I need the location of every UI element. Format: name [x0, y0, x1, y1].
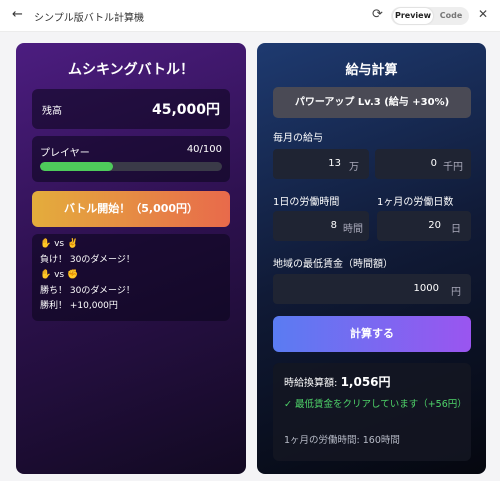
- daily-hours-label: 1日の労働時間: [273, 197, 340, 208]
- salary-panel: 給与計算 パワーアップ Lv.3 (給与 +30%) 毎月の給与 13 万 0 …: [257, 43, 486, 474]
- top-bar: ← シンプル版バトル計算機 ⟳ Preview Code ✕: [0, 0, 500, 32]
- input-value: 20: [428, 220, 441, 231]
- monthly-salary-man-input[interactable]: 13 万: [273, 149, 369, 179]
- input-value: 13: [328, 158, 341, 169]
- monthly-days-label: 1ヶ月の労働日数: [377, 197, 454, 208]
- result-line: 時給換算額: 1,056円: [284, 373, 391, 390]
- back-arrow-icon[interactable]: ←: [12, 7, 23, 22]
- app-title: シンプル版バトル計算機: [34, 13, 144, 24]
- log-line: 勝利！ +10,000円: [40, 301, 118, 311]
- player-hp-text: 40/100: [186, 144, 222, 155]
- balance-card: 残高 45,000円: [32, 89, 230, 129]
- input-unit: 日: [451, 224, 461, 235]
- monthly-hours-text: 1ヶ月の労働時間: 160時間: [284, 435, 400, 446]
- log-line: ✋ vs ✊: [40, 270, 79, 280]
- monthly-salary-sen-input[interactable]: 0 千円: [375, 149, 471, 179]
- balance-value: 45,000円: [151, 102, 220, 118]
- hp-bar: [40, 162, 222, 171]
- input-value: 1000: [413, 283, 439, 294]
- preview-tab[interactable]: Preview: [393, 8, 433, 24]
- salary-title: 給与計算: [345, 63, 398, 78]
- input-unit: 万: [349, 162, 359, 173]
- battle-panel: ムシキングバトル！ 残高 45,000円 プレイヤー 40/100 バトル開始！…: [16, 43, 246, 474]
- calculate-button[interactable]: 計算する: [273, 316, 471, 352]
- monthly-salary-label: 毎月の給与: [273, 133, 323, 144]
- daily-hours-input[interactable]: 8 時間: [273, 211, 369, 241]
- log-line: 負け！ 30のダメージ！: [40, 254, 135, 265]
- input-value: 0: [430, 158, 437, 169]
- power-up-button[interactable]: パワーアップ Lv.3 (給与 +30%): [273, 87, 471, 118]
- result-card: 時給換算額: 1,056円 ✓ 最低賃金をクリアしています（+56円） 1ヶ月の…: [273, 363, 471, 461]
- min-wage-label: 地域の最低賃金（時間額）: [273, 259, 393, 270]
- refresh-icon[interactable]: ⟳: [372, 7, 383, 22]
- input-unit: 時間: [343, 224, 363, 235]
- monthly-days-input[interactable]: 20 日: [377, 211, 471, 241]
- player-card: プレイヤー 40/100: [32, 136, 230, 182]
- input-unit: 円: [451, 287, 461, 298]
- input-value: 8: [330, 220, 337, 231]
- close-icon[interactable]: ✕: [478, 7, 488, 21]
- code-tab[interactable]: Code: [435, 8, 467, 24]
- log-line: ✋ vs ✌️: [40, 239, 79, 249]
- preview-code-toggle: Preview Code: [391, 7, 469, 25]
- result-label: 時給換算額:: [284, 378, 338, 389]
- min-wage-status: ✓ 最低賃金をクリアしています（+56円）: [284, 399, 467, 410]
- player-label: プレイヤー: [40, 148, 90, 159]
- result-value: 1,056円: [340, 375, 391, 389]
- min-wage-input[interactable]: 1000 円: [273, 274, 471, 304]
- battle-title: ムシキングバトル！: [68, 62, 194, 78]
- hp-bar-fill: [40, 162, 113, 171]
- balance-label: 残高: [42, 106, 62, 117]
- log-line: 勝ち！ 30のダメージ！: [40, 285, 135, 296]
- battle-log: ✋ vs ✌️ 負け！ 30のダメージ！ ✋ vs ✊ 勝ち！ 30のダメージ！…: [32, 234, 230, 321]
- start-battle-button[interactable]: バトル開始！（5,000円）: [32, 191, 230, 227]
- input-unit: 千円: [443, 162, 463, 173]
